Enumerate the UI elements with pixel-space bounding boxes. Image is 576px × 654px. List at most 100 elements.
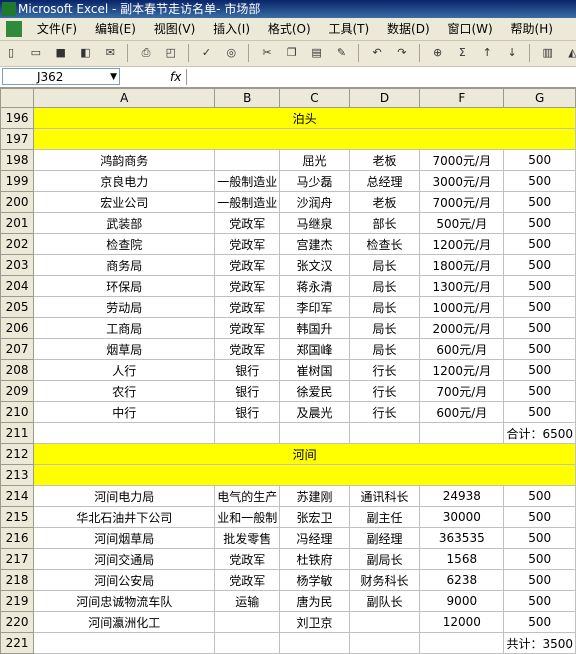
cell[interactable]: 环保局: [33, 275, 216, 297]
undo-icon[interactable]: ↶: [369, 45, 385, 61]
cell[interactable]: 屈光: [279, 149, 350, 171]
drawing-icon[interactable]: ◭: [565, 45, 576, 61]
menu-format[interactable]: 格式(O): [261, 18, 318, 40]
cell[interactable]: 500: [503, 233, 576, 255]
format-painter-icon[interactable]: ✎: [333, 45, 349, 61]
cell[interactable]: 河间忠诚物流车队: [33, 590, 216, 612]
cell[interactable]: 600元/月: [419, 338, 505, 360]
row-header[interactable]: 218: [0, 569, 35, 591]
cell[interactable]: 中行: [33, 401, 216, 423]
cell[interactable]: [214, 149, 281, 171]
cell[interactable]: 行长: [348, 380, 421, 402]
menu-insert[interactable]: 插入(I): [206, 18, 257, 40]
cell[interactable]: 唐为民: [279, 590, 350, 612]
region-banner[interactable]: 河间: [33, 443, 576, 465]
cell[interactable]: 及晨光: [279, 401, 350, 423]
cell[interactable]: 500元/月: [419, 212, 505, 234]
cell[interactable]: 检查长: [348, 233, 421, 255]
cell[interactable]: 1200元/月: [419, 233, 505, 255]
cell[interactable]: 500: [503, 380, 576, 402]
cell[interactable]: 马继泉: [279, 212, 350, 234]
cell[interactable]: 500: [503, 359, 576, 381]
cell[interactable]: 马少磊: [279, 170, 350, 192]
menu-help[interactable]: 帮助(H): [504, 18, 560, 40]
cell[interactable]: 冯经理: [279, 527, 350, 549]
row-header[interactable]: 201: [0, 212, 35, 234]
row-header[interactable]: 207: [0, 338, 35, 360]
cell[interactable]: 武装部: [33, 212, 216, 234]
cell[interactable]: 700元/月: [419, 380, 505, 402]
cell[interactable]: 12000: [419, 611, 505, 633]
cell[interactable]: [419, 632, 505, 654]
cell[interactable]: 党政军: [214, 254, 281, 276]
cell[interactable]: 500: [503, 548, 576, 570]
cell[interactable]: [214, 632, 281, 654]
cell[interactable]: 农行: [33, 380, 216, 402]
row-header[interactable]: 203: [0, 254, 35, 276]
cell[interactable]: 党政军: [214, 569, 281, 591]
cell[interactable]: 河间公安局: [33, 569, 216, 591]
cell[interactable]: 7000元/月: [419, 191, 505, 213]
cell[interactable]: 韩国升: [279, 317, 350, 339]
open-icon[interactable]: ▭: [28, 45, 44, 61]
cell[interactable]: 7000元/月: [419, 149, 505, 171]
row-header[interactable]: 211: [0, 422, 35, 444]
save-icon[interactable]: ■: [53, 45, 69, 61]
spelling-icon[interactable]: ✓: [198, 45, 214, 61]
cell[interactable]: 500: [503, 590, 576, 612]
cell[interactable]: 银行: [214, 380, 281, 402]
cell[interactable]: 河间瀛洲化工: [33, 611, 216, 633]
cell[interactable]: 24938: [419, 485, 505, 507]
row-header[interactable]: 198: [0, 149, 35, 171]
cell[interactable]: 500: [503, 401, 576, 423]
region-banner-empty[interactable]: [33, 464, 576, 486]
cell[interactable]: 1300元/月: [419, 275, 505, 297]
cell[interactable]: 500: [503, 296, 576, 318]
column-header-a[interactable]: A: [33, 88, 216, 108]
name-box[interactable]: J362 ▼: [2, 68, 120, 85]
cell[interactable]: 刘卫京: [279, 611, 350, 633]
cell[interactable]: 500: [503, 170, 576, 192]
column-header-c[interactable]: C: [279, 88, 350, 108]
row-header[interactable]: 199: [0, 170, 35, 192]
cell[interactable]: 500: [503, 485, 576, 507]
new-icon[interactable]: ▯: [3, 45, 19, 61]
cell[interactable]: 河间电力局: [33, 485, 216, 507]
row-header[interactable]: 217: [0, 548, 35, 570]
redo-icon[interactable]: ↷: [394, 45, 410, 61]
cell[interactable]: 银行: [214, 401, 281, 423]
sort-ascending-icon[interactable]: ↑: [479, 45, 495, 61]
cell[interactable]: 500: [503, 254, 576, 276]
cell[interactable]: 局长: [348, 275, 421, 297]
sort-descending-icon[interactable]: ↓: [504, 45, 520, 61]
cell[interactable]: 副主任: [348, 506, 421, 528]
cell[interactable]: 京良电力: [33, 170, 216, 192]
menu-file[interactable]: 文件(F): [30, 18, 84, 40]
chevron-down-icon[interactable]: ▼: [110, 69, 117, 86]
total-cell[interactable]: 共计：3500: [503, 632, 576, 654]
cell[interactable]: 9000: [419, 590, 505, 612]
cell[interactable]: [348, 632, 421, 654]
row-header[interactable]: 197: [0, 128, 35, 150]
cell[interactable]: 500: [503, 275, 576, 297]
cell[interactable]: 3000元/月: [419, 170, 505, 192]
copy-icon[interactable]: ❐: [284, 45, 300, 61]
cell[interactable]: 行长: [348, 401, 421, 423]
cell[interactable]: 老板: [348, 191, 421, 213]
row-header[interactable]: 209: [0, 380, 35, 402]
row-header[interactable]: 219: [0, 590, 35, 612]
row-header[interactable]: 215: [0, 506, 35, 528]
cell[interactable]: 宫建杰: [279, 233, 350, 255]
cell[interactable]: 老板: [348, 149, 421, 171]
cell[interactable]: 党政军: [214, 548, 281, 570]
cell[interactable]: 业和一般制: [214, 506, 281, 528]
email-icon[interactable]: ✉: [102, 45, 118, 61]
permission-icon[interactable]: ◧: [77, 45, 93, 61]
row-header[interactable]: 220: [0, 611, 35, 633]
row-header[interactable]: 206: [0, 317, 35, 339]
cell[interactable]: 苏建刚: [279, 485, 350, 507]
cell[interactable]: 财务科长: [348, 569, 421, 591]
cell[interactable]: 党政军: [214, 338, 281, 360]
cell[interactable]: 华北石油井下公司: [33, 506, 216, 528]
select-all-corner[interactable]: [0, 88, 35, 108]
